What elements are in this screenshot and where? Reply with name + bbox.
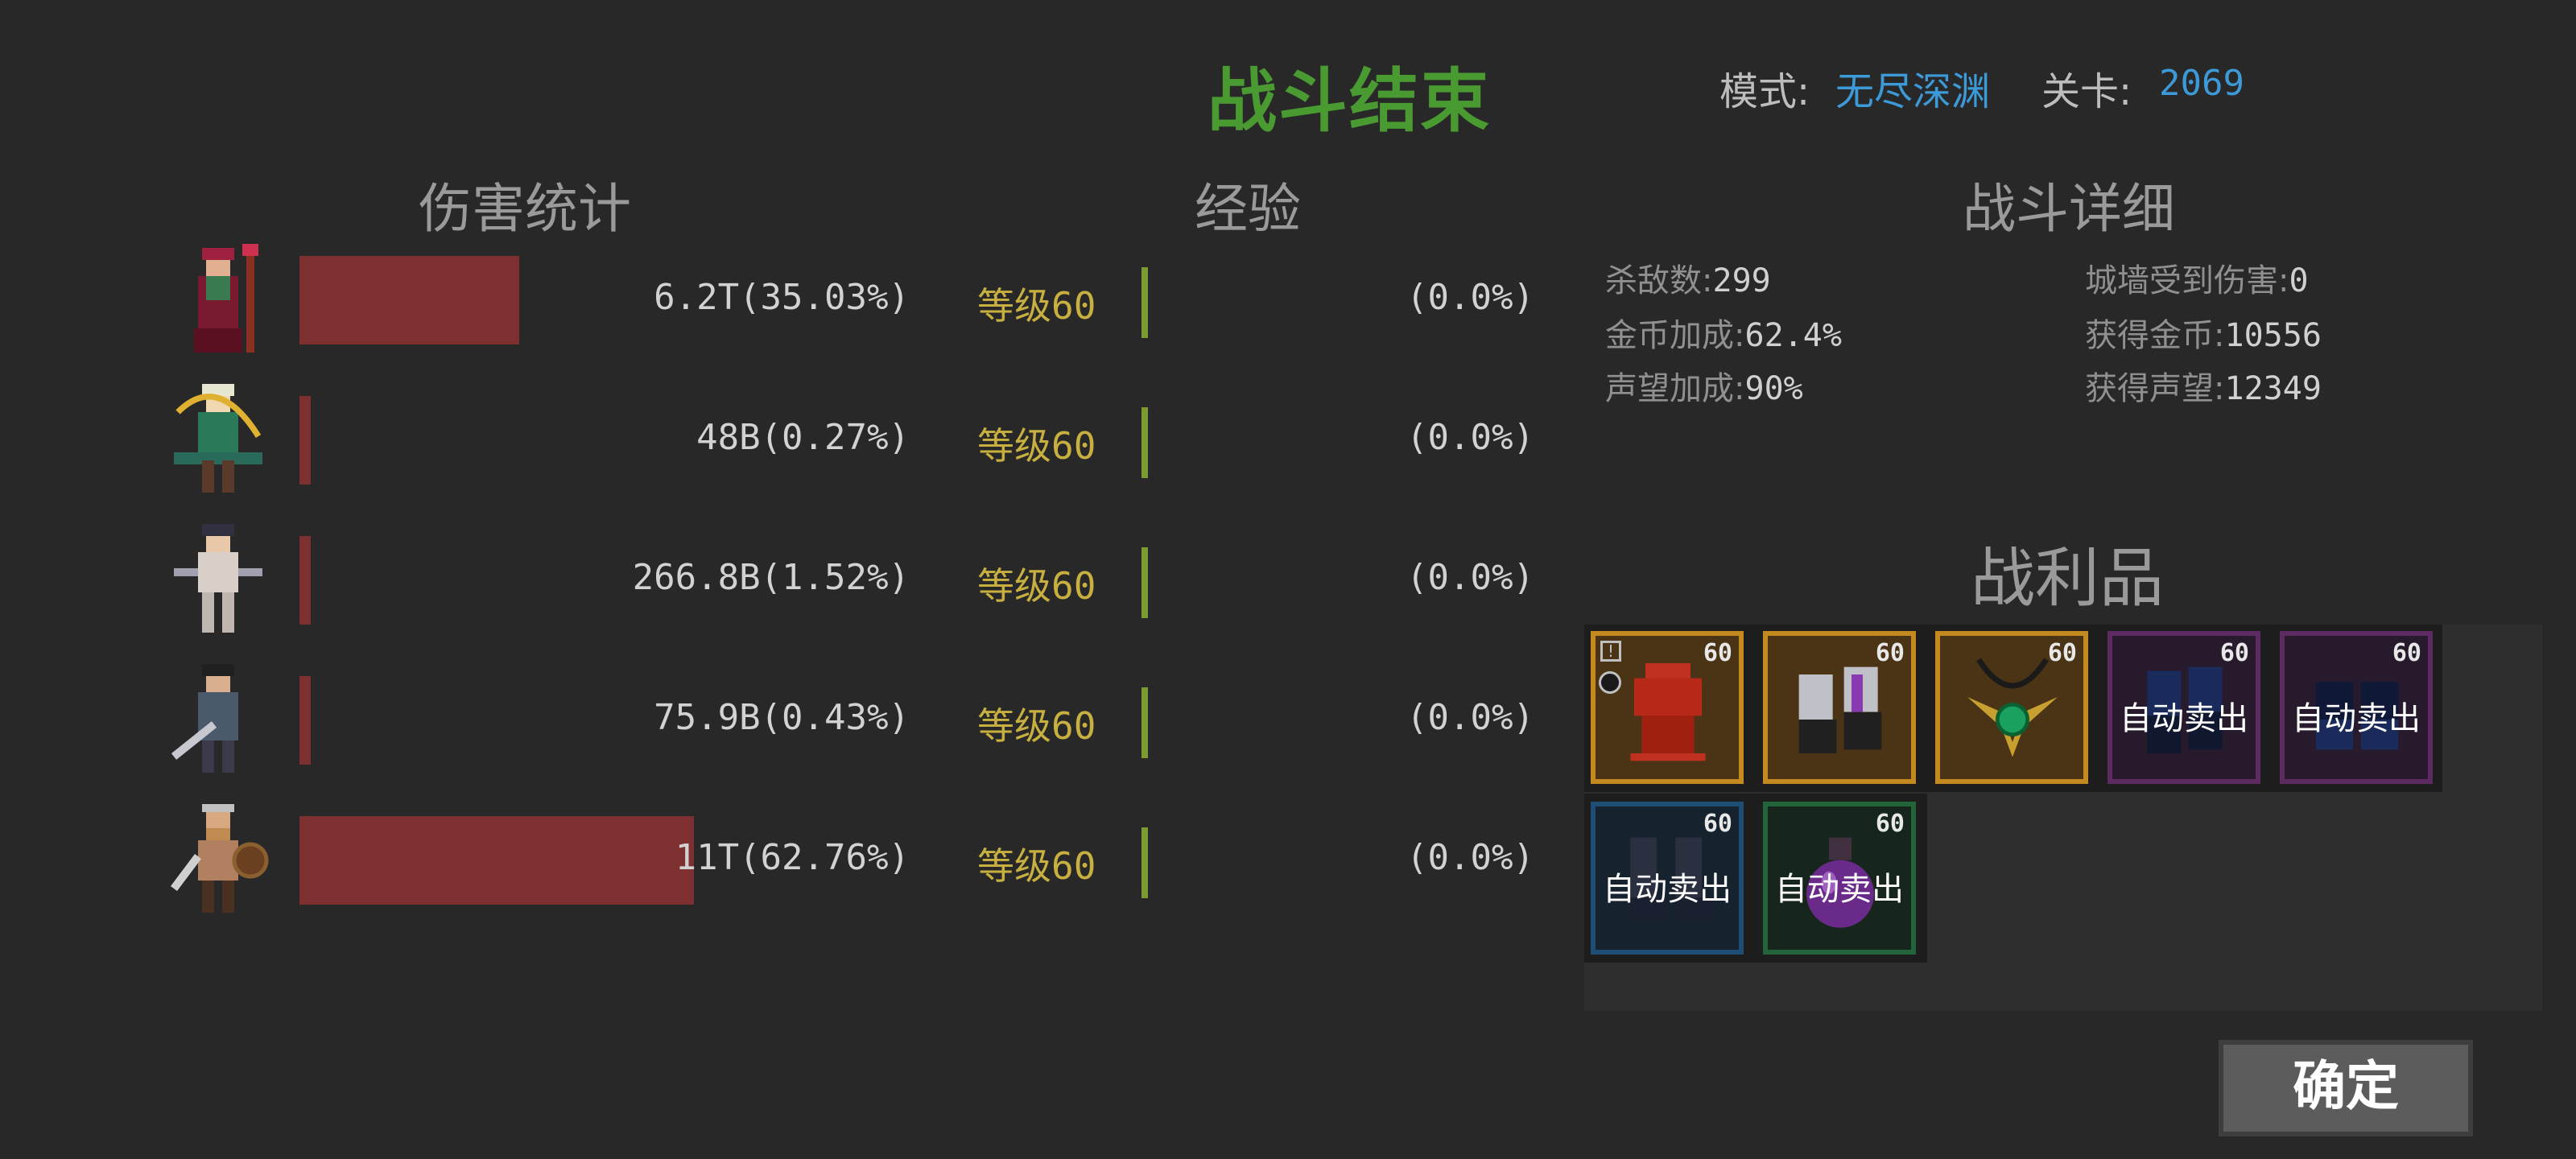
hero-row: 6.2T(35.03%) 等级60 (0.0%) <box>0 240 1562 353</box>
loot-slot[interactable]: 60 自动卖出 <box>2107 631 2260 784</box>
autosell-label: 自动卖出 <box>2120 700 2248 737</box>
damage-value: 75.9B(0.43%) <box>654 697 910 738</box>
assassin-portrait-icon <box>174 524 262 633</box>
damage-bar-fill <box>299 676 311 765</box>
gauntlets-icon <box>1798 666 1882 753</box>
damage-value: 11T(62.76%) <box>675 837 910 878</box>
lock-circle-icon <box>1599 671 1621 694</box>
hero-level: 等级60 <box>977 424 1096 468</box>
battle-end-title: 战斗结束 <box>1208 61 1491 142</box>
fame-gained-value: 12349 <box>2224 370 2322 407</box>
exp-percent: (0.0%) <box>1406 837 1534 878</box>
exp-percent: (0.0%) <box>1406 697 1534 738</box>
hero-row: 266.8B(1.52%) 等级60 (0.0%) <box>0 520 1562 633</box>
battle-details-heading: 战斗详细 <box>1963 178 2175 240</box>
autosell-label: 自动卖出 <box>2292 700 2421 737</box>
hero-row: 48B(0.27%) 等级60 (0.0%) <box>0 380 1562 493</box>
gold-bonus-label: 金币加成: <box>1605 317 1745 354</box>
kills-value: 299 <box>1712 262 1771 299</box>
loot-slot[interactable]: 60 <box>1935 631 2088 784</box>
item-level: 60 <box>2219 639 2249 667</box>
gold-gained-stat: 获得金币:10556 <box>2085 309 2322 356</box>
exp-bar <box>1141 267 1148 338</box>
wall-damage-stat: 城墙受到伤害:0 <box>2085 254 2309 301</box>
swordsman-portrait-icon <box>171 664 238 773</box>
loot-slot[interactable]: 60 自动卖出 <box>1591 802 1744 955</box>
mode-label: 模式: <box>1719 69 1810 114</box>
exp-bar <box>1141 407 1148 478</box>
barbarian-portrait-icon <box>171 804 269 913</box>
gold-bonus-stat: 金币加成:62.4% <box>1605 309 1842 356</box>
fame-gained-stat: 获得声望:12349 <box>2085 362 2322 409</box>
hero-level: 等级60 <box>977 844 1096 888</box>
exp-percent: (0.0%) <box>1406 417 1534 458</box>
archer-portrait-icon <box>174 384 262 493</box>
damage-bar-fill <box>299 536 311 625</box>
exp-bar <box>1141 827 1148 898</box>
kills-label: 杀敌数: <box>1605 262 1713 299</box>
damage-value: 6.2T(35.03%) <box>654 277 910 318</box>
kills-stat: 杀敌数:299 <box>1605 254 1771 301</box>
exp-bar <box>1141 687 1148 758</box>
loot-slot[interactable]: 60 <box>1763 631 1916 784</box>
item-level: 60 <box>1703 639 1732 667</box>
autosell-label: 自动卖出 <box>1603 871 1732 908</box>
wall-damage-label: 城墙受到伤害: <box>2085 262 2289 299</box>
hero-level: 等级60 <box>977 284 1096 328</box>
loot-slot[interactable]: 60 自动卖出 <box>2280 631 2433 784</box>
item-level: 60 <box>2047 639 2077 667</box>
loot-slot[interactable]: ! 60 <box>1591 631 1744 784</box>
wall-damage-value: 0 <box>2289 262 2309 299</box>
amulet-icon <box>1967 658 2058 757</box>
damage-bar-fill <box>299 396 311 485</box>
damage-value: 48B(0.27%) <box>696 417 910 458</box>
item-level: 60 <box>1875 639 1905 667</box>
item-level: 60 <box>2392 639 2421 667</box>
warning-icon: ! <box>1600 641 1621 662</box>
exp-bar <box>1141 547 1148 618</box>
fame-bonus-value: 90% <box>1744 370 1803 407</box>
sorceress-portrait-icon <box>194 244 258 353</box>
fame-bonus-stat: 声望加成:90% <box>1605 362 1803 409</box>
item-level: 60 <box>1875 810 1905 838</box>
fame-gained-label: 获得声望: <box>2085 370 2225 407</box>
stage-value: 2069 <box>2159 63 2244 104</box>
gold-gained-value: 10556 <box>2224 317 2322 354</box>
hero-row: 11T(62.76%) 等级60 (0.0%) <box>0 800 1562 913</box>
experience-heading: 经验 <box>1195 178 1301 240</box>
item-level: 60 <box>1703 810 1732 838</box>
confirm-button[interactable]: 确定 <box>2219 1040 2473 1136</box>
mode-value: 无尽深渊 <box>1835 69 1991 114</box>
autosell-label: 自动卖出 <box>1775 871 1904 908</box>
damage-value: 266.8B(1.52%) <box>632 557 910 598</box>
exp-percent: (0.0%) <box>1406 277 1534 318</box>
fame-bonus-label: 声望加成: <box>1605 370 1745 407</box>
hero-row: 75.9B(0.43%) 等级60 (0.0%) <box>0 660 1562 773</box>
stage-label: 关卡: <box>2041 69 2132 114</box>
damage-bar-fill <box>299 256 519 344</box>
loot-heading: 战利品 <box>1971 541 2164 616</box>
hero-level: 等级60 <box>977 564 1096 608</box>
hero-level: 等级60 <box>977 704 1096 748</box>
loot-slot[interactable]: 60 自动卖出 <box>1763 802 1916 955</box>
exp-percent: (0.0%) <box>1406 557 1534 598</box>
gold-bonus-value: 62.4% <box>1744 317 1842 354</box>
red-armor-icon <box>1630 663 1706 761</box>
gold-gained-label: 获得金币: <box>2085 317 2225 354</box>
damage-stats-heading: 伤害统计 <box>419 178 631 240</box>
